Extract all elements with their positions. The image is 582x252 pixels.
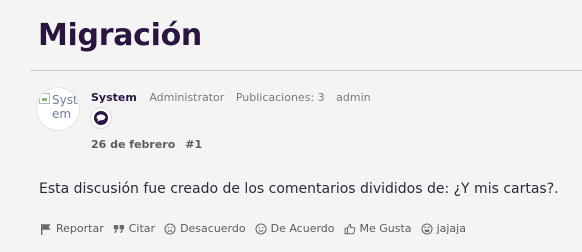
report-label: Reportar [56, 222, 104, 235]
report-button[interactable]: Reportar [40, 221, 104, 237]
post-body: Esta discusión fue creado de los comenta… [39, 181, 559, 197]
agree-button[interactable]: De Acuerdo [255, 221, 335, 237]
thumbs-up-icon [344, 223, 355, 235]
frown-icon [164, 223, 176, 235]
author-tag: admin [336, 91, 371, 104]
post-date-link[interactable]: 26 de febrero [91, 138, 175, 151]
smile-icon [255, 223, 267, 235]
like-label: Me Gusta [359, 222, 412, 235]
post-author-meta: System Administrator Publicaciones: 3 ad… [91, 90, 371, 106]
comment-badge[interactable] [91, 108, 111, 128]
author-name-link[interactable]: System [91, 90, 137, 106]
like-button[interactable]: Me Gusta [344, 221, 412, 237]
author-post-count: Publicaciones: 3 [235, 91, 325, 104]
quote-button[interactable]: Citar [113, 221, 155, 237]
post-date-line: 26 de febrero #1 [91, 137, 202, 153]
title-divider [30, 70, 582, 71]
agree-label: De Acuerdo [270, 222, 335, 235]
post-reactions-bar: Reportar Citar Desacuerdo De Acuerdo Me … [40, 221, 475, 237]
author-role: Administrator [149, 91, 225, 104]
broken-image-icon [39, 93, 50, 104]
laugh-label: jajaja [436, 222, 466, 235]
avatar-alt-text: System [52, 93, 78, 121]
post-number-link[interactable]: #1 [185, 138, 202, 151]
discussion-page: Migración System System Administrator Pu… [0, 0, 582, 252]
flag-icon [41, 224, 51, 235]
avatar[interactable]: System [37, 88, 79, 130]
disagree-button[interactable]: Desacuerdo [164, 221, 246, 237]
quote-label: Citar [128, 222, 156, 235]
laugh-icon [421, 223, 433, 235]
quote-icon [113, 225, 124, 233]
laugh-button[interactable]: jajaja [421, 221, 466, 237]
speech-bubble-icon [94, 111, 108, 125]
disagree-label: Desacuerdo [180, 222, 246, 235]
page-title: Migración [38, 18, 202, 53]
